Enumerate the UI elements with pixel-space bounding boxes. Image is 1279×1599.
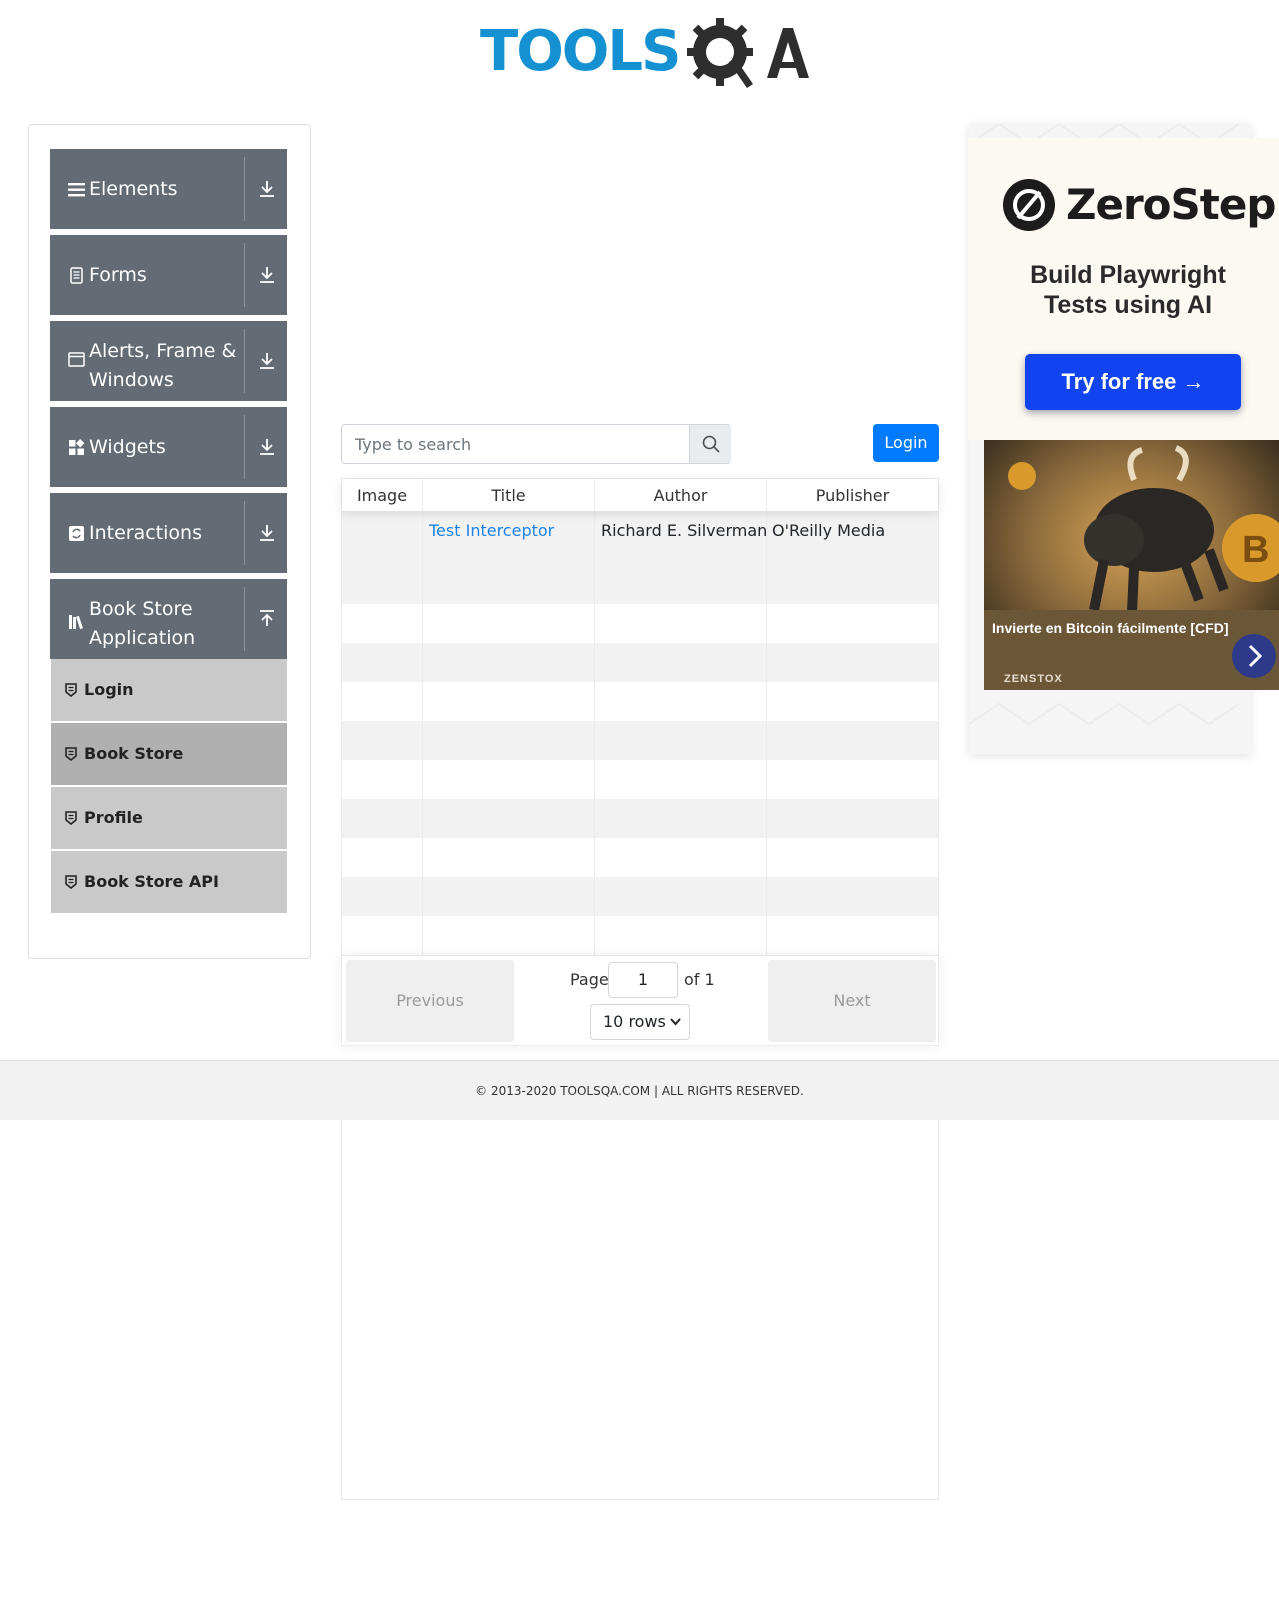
divider [244,415,245,479]
chevron-right-icon [1248,644,1263,668]
ad-headline: Build Playwright Tests using AI [1030,261,1226,319]
group-label: Book Store Application [89,598,196,649]
svg-text:B: B [1242,529,1269,571]
sidebar-item-login[interactable]: Login [51,659,287,721]
table-row [342,760,938,799]
search-button[interactable] [689,425,731,463]
table-row [342,604,938,643]
ad-caption: Invierte en Bitcoin fácilmente [CFD] [992,620,1229,636]
widgets-icon [69,439,85,455]
rows-per-page-value: 10 rows [603,1012,666,1031]
book-author: Richard E. Silverman [601,521,768,540]
column-divider [766,512,767,955]
column-header-author[interactable]: Author [595,479,767,512]
group-label: Elements [89,178,178,200]
sidebar-item-label: Book Store [84,744,184,763]
divider [244,157,245,221]
window-icon [68,352,85,367]
sidebar-group-interactions[interactable]: Interactions [50,493,287,573]
sidebar-item-book-store[interactable]: Book Store [51,723,287,785]
search-icon [702,435,720,453]
ad-bitcoin[interactable]: B Invierte en Bitcoin fácilmente [CFD] Z… [984,440,1279,690]
divider [244,501,245,565]
sidebar-item-profile[interactable]: Profile [51,787,287,849]
zerostep-logo-icon [1003,179,1055,231]
previous-button[interactable]: Previous [346,960,514,1042]
sidebar-group-alerts-frame-windows[interactable]: Alerts, Frame & Windows [50,321,287,401]
sidebar-item-label: Book Store API [84,872,219,891]
expand-arrow-icon[interactable] [258,179,276,199]
search-box [341,424,731,464]
page-number-input[interactable]: 1 [608,962,678,998]
divider [244,329,245,393]
ad-brand: ZeroStep [1066,180,1276,229]
expand-arrow-icon[interactable] [258,523,276,543]
ad-source: ZENSTOX [1004,673,1063,685]
sidebar-group-book-store-application[interactable]: Book Store Application [50,579,287,659]
interactions-icon [69,526,84,541]
rows-per-page-select[interactable]: 10 rows [590,1004,690,1040]
table-row [342,799,938,838]
expand-arrow-icon[interactable] [258,351,276,371]
page-label: Page [570,970,609,989]
footer: © 2013-2020 TOOLSQA.COM | ALL RIGHTS RES… [0,1060,1279,1120]
divider [244,243,245,307]
item-marker-icon [65,683,77,697]
sidebar-group-widgets[interactable]: Widgets [50,407,287,487]
logo-qa-gear-icon [687,18,809,88]
sidebar-group-forms[interactable]: Forms [50,235,287,315]
table-row [342,643,938,682]
chevron-down-icon [670,1018,681,1026]
table-row [342,721,938,760]
document-icon [70,267,83,284]
books-icon [69,615,83,630]
pagination: Previous Page 1 of 1 10 rows Next [341,956,939,1046]
content-area-below [341,1120,939,1500]
item-marker-icon [65,875,77,889]
copyright-text: © 2013-2020 TOOLSQA.COM | ALL RIGHTS RES… [475,1084,804,1098]
hamburger-icon [68,183,85,197]
books-table: Image Title Author Publisher Test Interc… [341,478,939,956]
column-divider [422,512,423,955]
logo-text: TOOLS [480,19,681,84]
divider [244,587,245,651]
group-label: Widgets [89,436,166,458]
sidebar-item-label: Login [84,680,134,699]
item-marker-icon [65,747,77,761]
search-input[interactable] [342,425,689,463]
item-marker-icon [65,811,77,825]
ad-next-button[interactable] [1232,634,1276,678]
column-header-title[interactable]: Title [423,479,595,512]
try-for-free-button[interactable]: Try for free → [1025,354,1241,410]
ad-zerostep[interactable]: ZeroStep Build Playwright Tests using AI… [968,138,1279,440]
collapse-arrow-icon[interactable] [258,609,276,629]
table-row [342,682,938,721]
group-label: Alerts, Frame & Windows [89,340,237,391]
page-total: of 1 [684,970,715,989]
book-title-link[interactable]: Test Interceptor [429,521,554,541]
column-header-image[interactable]: Image [342,479,423,512]
login-button[interactable]: Login [873,424,939,462]
sidebar: Elements Forms Alerts, Frame & Windows W… [28,124,311,959]
group-label: Forms [89,264,147,286]
table-row [342,838,938,877]
table-header: Image Title Author Publisher [342,479,938,512]
table-row [342,877,938,916]
table-row [342,916,938,955]
column-header-publisher[interactable]: Publisher [767,479,938,512]
toolsqa-logo[interactable]: TOOLS [480,14,809,94]
book-publisher: O'Reilly Media [772,521,886,540]
group-label: Interactions [89,522,202,544]
column-divider [594,512,595,955]
next-button[interactable]: Next [768,960,936,1042]
expand-arrow-icon[interactable] [258,437,276,457]
sidebar-item-label: Profile [84,808,143,827]
sidebar-group-elements[interactable]: Elements [50,149,287,229]
sidebar-item-book-store-api[interactable]: Book Store API [51,851,287,913]
expand-arrow-icon[interactable] [258,265,276,285]
